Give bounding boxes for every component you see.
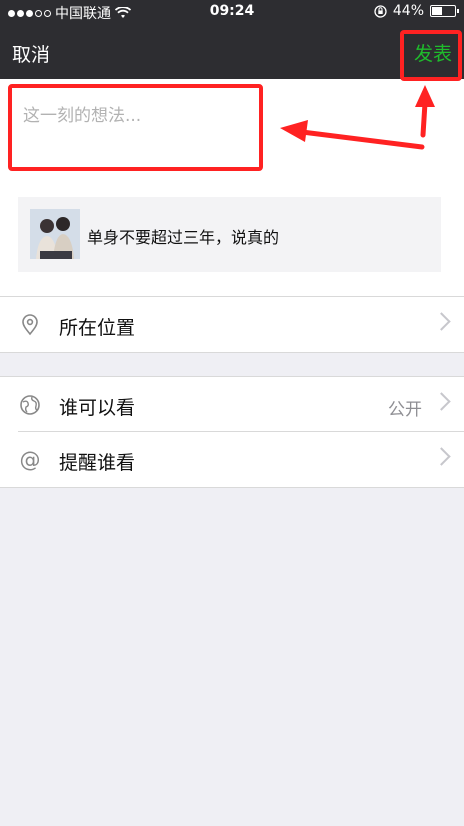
divider — [0, 487, 464, 488]
globe-icon — [20, 395, 40, 415]
battery-label: 44% — [392, 3, 424, 19]
annotation-box-publish — [400, 30, 462, 81]
shared-link-card[interactable]: 单身不要超过三年，说真的 — [18, 197, 441, 272]
annotation-arrow-up — [415, 85, 435, 138]
location-pin-icon — [22, 314, 38, 336]
cancel-button[interactable]: 取消 — [12, 40, 50, 67]
chevron-right-icon — [432, 392, 451, 411]
shared-link-title: 单身不要超过三年，说真的 — [87, 228, 280, 247]
location-row[interactable]: 所在位置 — [0, 297, 464, 352]
visibility-row[interactable]: 谁可以看 公开 — [0, 377, 464, 432]
chevron-right-icon — [432, 312, 451, 331]
mention-row[interactable]: @ 提醒谁看 — [0, 432, 464, 487]
visibility-value: 公开 — [388, 400, 422, 420]
rotation-lock-icon — [374, 4, 387, 18]
shared-link-thumbnail — [30, 209, 80, 259]
divider — [0, 352, 464, 353]
mention-label: 提醒谁看 — [59, 452, 136, 474]
battery-icon — [430, 5, 459, 17]
status-right: 44% — [374, 3, 459, 19]
nav-bar: 取消 发表 — [0, 24, 464, 79]
visibility-label: 谁可以看 — [59, 397, 136, 419]
chevron-right-icon — [432, 447, 451, 466]
annotation-box-text-input — [8, 84, 263, 171]
at-icon: @ — [19, 448, 41, 472]
annotation-arrow-left — [280, 120, 425, 150]
location-label: 所在位置 — [59, 317, 136, 339]
status-bar: 中国联通 09:24 44% — [0, 0, 464, 24]
